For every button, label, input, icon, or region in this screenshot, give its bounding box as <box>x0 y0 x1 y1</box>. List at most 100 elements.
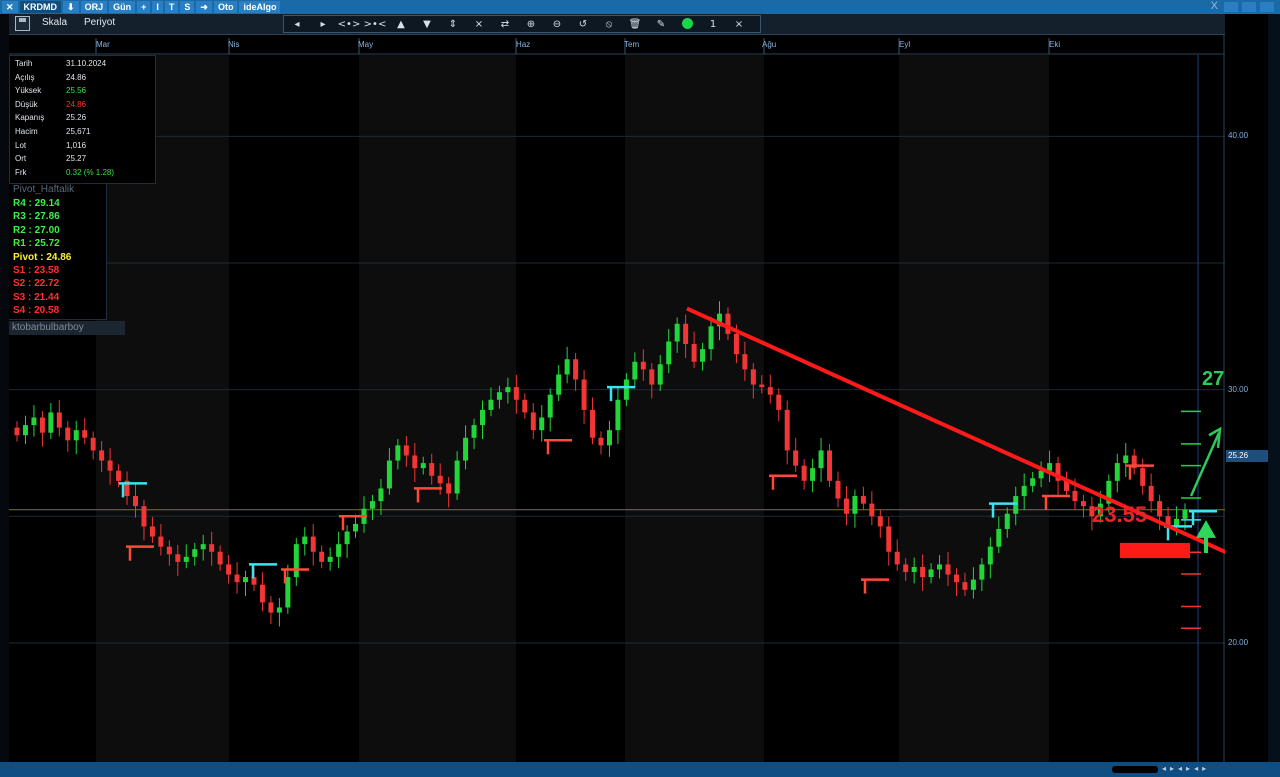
candle-body <box>217 551 223 565</box>
chart-canvas[interactable] <box>9 35 1225 762</box>
candle-body <box>869 503 875 517</box>
candle-body <box>1013 496 1019 514</box>
price-tick-label: 40.00 <box>1228 131 1249 141</box>
minimize-icon[interactable] <box>1224 2 1238 12</box>
close-icon[interactable] <box>1260 2 1274 12</box>
candle-body <box>598 437 604 446</box>
info-key: Düşük <box>15 99 38 109</box>
target-price-label: 27 <box>1202 368 1225 390</box>
drawing-tools: ◂ ▸ <•> >•< ▲ ▼ ⇕ ⨯ ⇄ ⊕ ⊖ ↺ ⦸ 🗑 ✎ 1 × <box>283 15 761 33</box>
candle-body <box>666 341 672 365</box>
month-band <box>899 55 1049 762</box>
close-small-icon[interactable]: ✕ <box>2 1 18 13</box>
candle-body <box>556 374 562 395</box>
scroll-controls[interactable]: ◂▸◂▸◂▸ <box>1162 764 1210 773</box>
pivot-level: R2 : 27.00 <box>13 224 60 236</box>
left-edge-panel <box>0 14 9 762</box>
candle-body <box>192 549 198 557</box>
candle-body <box>911 566 917 573</box>
candle-body <box>480 409 486 426</box>
info-value: 24.86 <box>66 99 87 109</box>
candle-body <box>141 506 147 527</box>
candle-body <box>259 584 265 603</box>
count-icon[interactable]: 1 <box>700 19 726 30</box>
auto-button[interactable]: Oto <box>213 1 238 13</box>
candle-body <box>801 465 807 481</box>
candle-body <box>369 501 375 509</box>
horizontal-scrollbar[interactable] <box>1112 766 1158 773</box>
info-key: Ort <box>15 154 27 164</box>
candle-body <box>979 564 985 580</box>
idealgo-button[interactable]: ideAlgo <box>239 1 281 13</box>
candle-body <box>463 437 469 461</box>
arrow-down-icon[interactable]: ▼ <box>414 19 440 30</box>
maximize-icon[interactable] <box>1242 2 1256 12</box>
arrow-right-icon[interactable]: ➜ <box>196 1 212 13</box>
arrow-up-icon[interactable]: ▲ <box>388 19 414 30</box>
info-key: Hacim <box>15 126 38 136</box>
candle-body <box>99 450 105 461</box>
shrink-vertical-icon[interactable]: ⨯ <box>466 19 492 30</box>
reset-icon[interactable]: ↺ <box>570 19 596 30</box>
candle-body <box>708 326 714 350</box>
candle-body <box>429 463 435 476</box>
pivot-level: S3 : 21.44 <box>13 291 60 303</box>
candle-body <box>327 556 333 562</box>
candle-body <box>505 387 511 393</box>
info-row: Açılış 24.86 <box>15 73 155 87</box>
price-chart[interactable] <box>9 35 1225 762</box>
candle-body <box>243 577 249 583</box>
candle-body <box>1140 468 1146 486</box>
t-button[interactable]: T <box>164 1 179 13</box>
info-value: 25.56 <box>66 86 87 96</box>
candle-body <box>810 468 816 481</box>
orj-button[interactable]: ORJ <box>80 1 108 13</box>
candle-body <box>818 450 824 469</box>
green-dot-icon[interactable] <box>674 16 700 32</box>
candle-body <box>22 425 28 436</box>
candle-body <box>759 384 765 388</box>
info-row: Ort 25.27 <box>15 154 155 168</box>
trash-icon[interactable]: 🗑 <box>622 19 648 30</box>
download-icon[interactable]: ⬇ <box>63 1 79 13</box>
candle-body <box>767 387 773 395</box>
pivot-level: R3 : 27.86 <box>13 211 60 223</box>
pivot-level: Pivot : 24.86 <box>13 251 72 263</box>
expand-horizontal-icon[interactable]: <•> <box>336 19 362 30</box>
candle-body <box>928 569 934 578</box>
candle-body <box>31 417 37 426</box>
candle-body <box>403 445 409 456</box>
window-close-icon[interactable]: X <box>1211 0 1218 12</box>
candle-body <box>48 412 54 433</box>
month-label: Ağu <box>762 40 777 49</box>
pen-icon[interactable]: ✎ <box>648 19 674 30</box>
no-entry-icon[interactable]: ⦸ <box>596 19 622 30</box>
indicator-label[interactable]: ktobarbulbarboy <box>9 321 125 335</box>
shrink-horizontal-icon[interactable]: >•< <box>362 19 388 30</box>
i-button[interactable]: I <box>152 1 163 13</box>
zoom-in-icon[interactable]: ⊕ <box>518 19 544 30</box>
swap-icon[interactable]: ⇄ <box>492 19 518 30</box>
candle-body <box>623 379 629 400</box>
symbol-selector[interactable]: KRDMD <box>19 1 62 13</box>
s-button[interactable]: S <box>180 1 195 13</box>
candle-body <box>530 412 536 431</box>
add-button[interactable]: + <box>137 1 151 13</box>
candle-body <box>776 394 782 410</box>
candle-body <box>945 564 951 575</box>
arrow-left-icon[interactable]: ◂ <box>284 19 310 30</box>
save-icon[interactable] <box>15 16 30 31</box>
period-button[interactable]: Periyot <box>84 17 115 28</box>
zoom-out-icon[interactable]: ⊖ <box>544 19 570 30</box>
close-icon[interactable]: × <box>726 19 752 30</box>
candle-body <box>73 430 79 441</box>
candle-body <box>996 528 1002 547</box>
arrow-right-icon[interactable]: ▸ <box>310 19 336 30</box>
price-tick-label: 30.00 <box>1228 384 1249 394</box>
period-day-button[interactable]: Gün <box>109 1 136 13</box>
info-value: 31.10.2024 <box>66 59 107 68</box>
scale-button[interactable]: Skala <box>42 17 67 28</box>
expand-vertical-icon[interactable]: ⇕ <box>440 19 466 30</box>
candle-body <box>446 483 452 494</box>
candle-body <box>116 470 122 481</box>
